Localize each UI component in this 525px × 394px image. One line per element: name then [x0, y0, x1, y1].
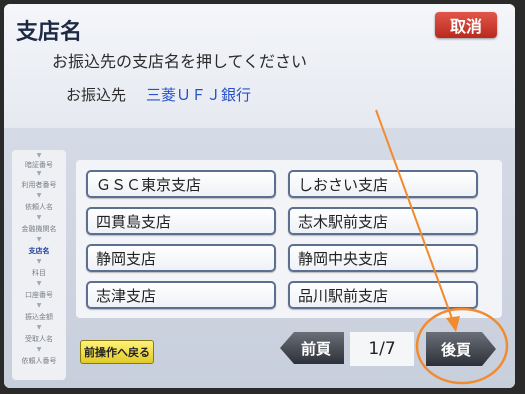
branch-button[interactable]: しおさい支店 — [288, 170, 478, 198]
step-arrow-icon: ▼ — [36, 324, 42, 331]
branch-button[interactable]: 志木駅前支店 — [288, 207, 478, 235]
step-arrow-icon: ▼ — [36, 346, 42, 353]
branch-button[interactable]: 品川駅前支店 — [288, 281, 478, 309]
branch-button[interactable]: 志津支店 — [86, 281, 276, 309]
branch-button[interactable]: 静岡中央支店 — [288, 244, 478, 272]
destination-label: お振込先 — [66, 86, 127, 104]
step-arrow-icon: ▼ — [36, 302, 42, 309]
step-item: 利用者番号 — [21, 181, 57, 189]
step-arrow-icon: ▼ — [36, 258, 42, 265]
step-item: 科目 — [32, 269, 46, 277]
previous-operation-button[interactable]: 前操作へ戻る — [80, 340, 154, 364]
header: 支店名 取消 お振込先の支店名を押してください お振込先 三菱ＵＦＪ銀行 — [4, 4, 515, 128]
step-item: 受取人名 — [25, 335, 53, 343]
step-item-current: 支店名 — [28, 247, 50, 255]
step-arrow-icon: ▼ — [36, 214, 42, 221]
instruction-text: お振込先の支店名を押してください — [52, 52, 308, 71]
branch-button[interactable]: 四貫島支店 — [86, 207, 276, 235]
cancel-button[interactable]: 取消 — [435, 12, 497, 38]
step-item: 暗証番号 — [25, 161, 53, 169]
step-arrow-icon: ▼ — [36, 192, 42, 199]
next-page-button[interactable]: 後頁 — [426, 332, 496, 366]
step-item: 金融機関名 — [21, 225, 57, 233]
step-arrow-icon: ▼ — [36, 170, 42, 177]
branch-button[interactable]: ＧＳＣ東京支店 — [86, 170, 276, 198]
step-arrow-icon: ▼ — [36, 236, 42, 243]
step-item: 依頼人番号 — [21, 357, 57, 365]
step-arrow-icon: ▼ — [36, 280, 42, 287]
branch-button[interactable]: 静岡支店 — [86, 244, 276, 272]
step-arrow-icon: ▼ — [36, 152, 42, 159]
page-indicator: 1/7 — [350, 332, 414, 366]
destination-bank: 三菱ＵＦＪ銀行 — [146, 86, 252, 104]
progress-steps: ▼ 暗証番号 ▼ 利用者番号 ▼ 依頼人名 ▼ 金融機関名 ▼ 支店名 ▼ 科目… — [12, 150, 66, 380]
step-item: 依頼人名 — [25, 203, 53, 211]
step-item: 振込金額 — [25, 313, 53, 321]
step-item: 口座番号 — [25, 291, 53, 299]
page-title: 支店名 — [16, 20, 83, 45]
